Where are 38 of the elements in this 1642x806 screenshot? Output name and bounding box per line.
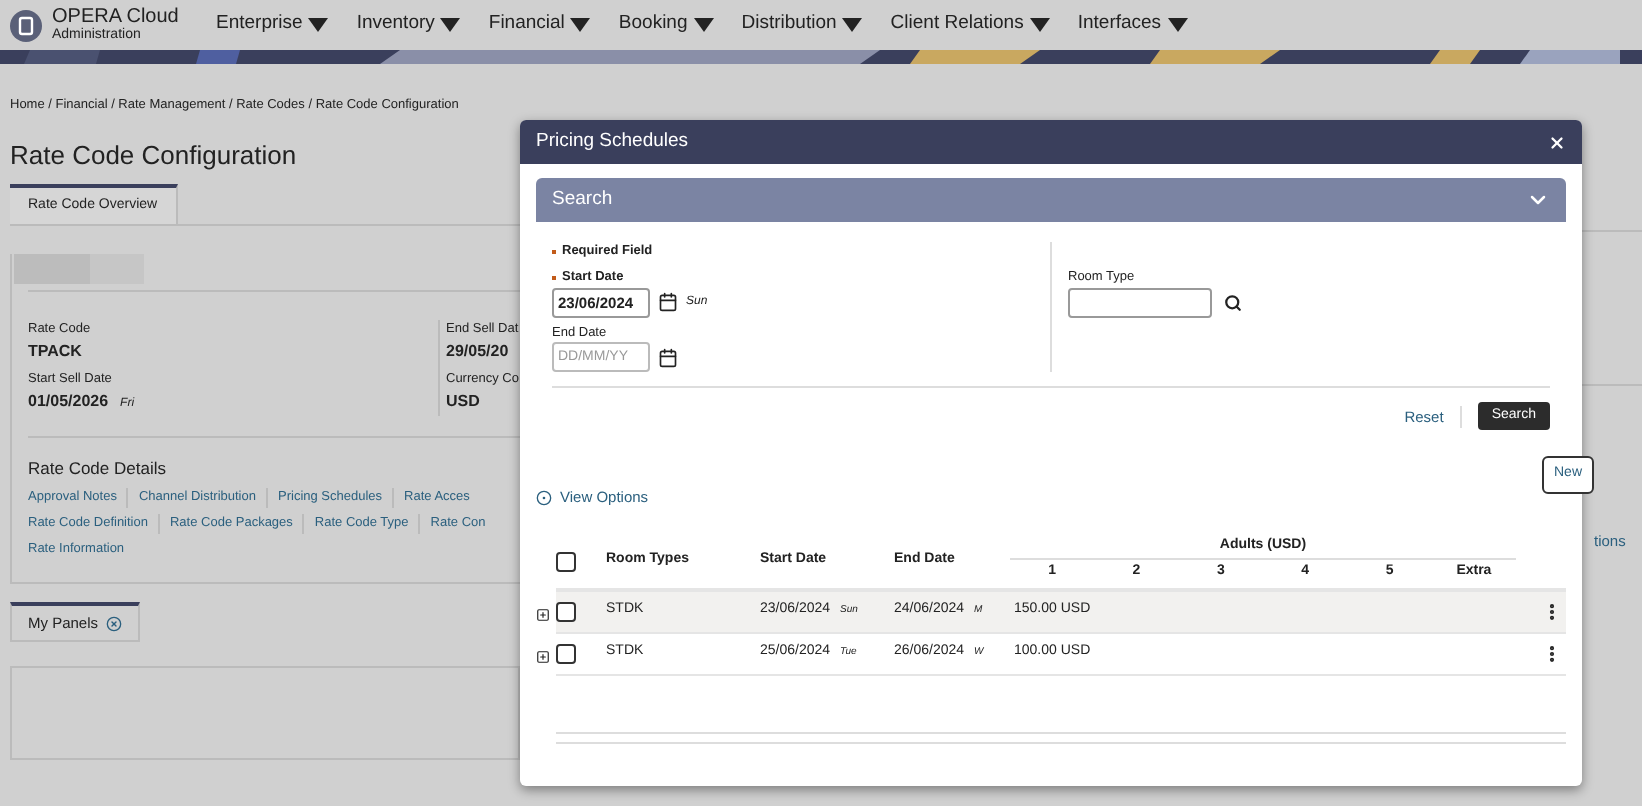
caret-icon [440,18,461,32]
search-panel-header[interactable]: Search [536,178,1566,222]
nav-menu[interactable]: Inventory [356,10,461,40]
field-value: 29/05/20 [446,340,511,364]
checkbox[interactable] [556,643,576,663]
field-value: TPACK [28,340,82,364]
search-icon[interactable] [1224,293,1242,312]
section-title: Rate Code Details [28,456,168,482]
expand-icon[interactable] [536,607,550,621]
caret-icon [842,18,863,32]
close-icon[interactable] [1548,133,1566,151]
dialog-title: Pricing Schedules [536,127,689,156]
caret-icon [570,18,591,32]
caret-icon [308,18,329,32]
required-mark [552,275,556,280]
page-title: Rate Code Configuration [10,137,299,174]
caret-icon [693,18,714,32]
caret-icon [1167,18,1188,32]
field-value: USD [446,389,482,414]
expand-icon[interactable] [536,649,550,663]
circle-dot-icon [536,489,552,506]
checkbox[interactable] [556,551,576,571]
nav-menu[interactable]: Interfaces [1077,10,1188,40]
caret-icon [1029,18,1050,32]
nav-menu[interactable]: Distribution [741,10,863,40]
logo-icon [10,9,42,41]
room-type-field[interactable] [1068,287,1212,318]
nav-menu[interactable]: Enterprise [216,10,329,40]
calendar-icon[interactable] [658,292,678,312]
calendar-icon[interactable] [658,347,678,368]
nav-menu[interactable]: Booking [618,10,714,40]
nav-menu[interactable]: Financial [488,10,591,40]
circle-x-icon [106,615,123,632]
required-mark [552,249,556,254]
checkbox[interactable] [556,601,576,621]
nav-menu[interactable]: Client Relations [890,10,1050,40]
logo-title: OPERA Cloud [52,8,179,28]
field-value: 01/05/2026 [28,389,109,414]
